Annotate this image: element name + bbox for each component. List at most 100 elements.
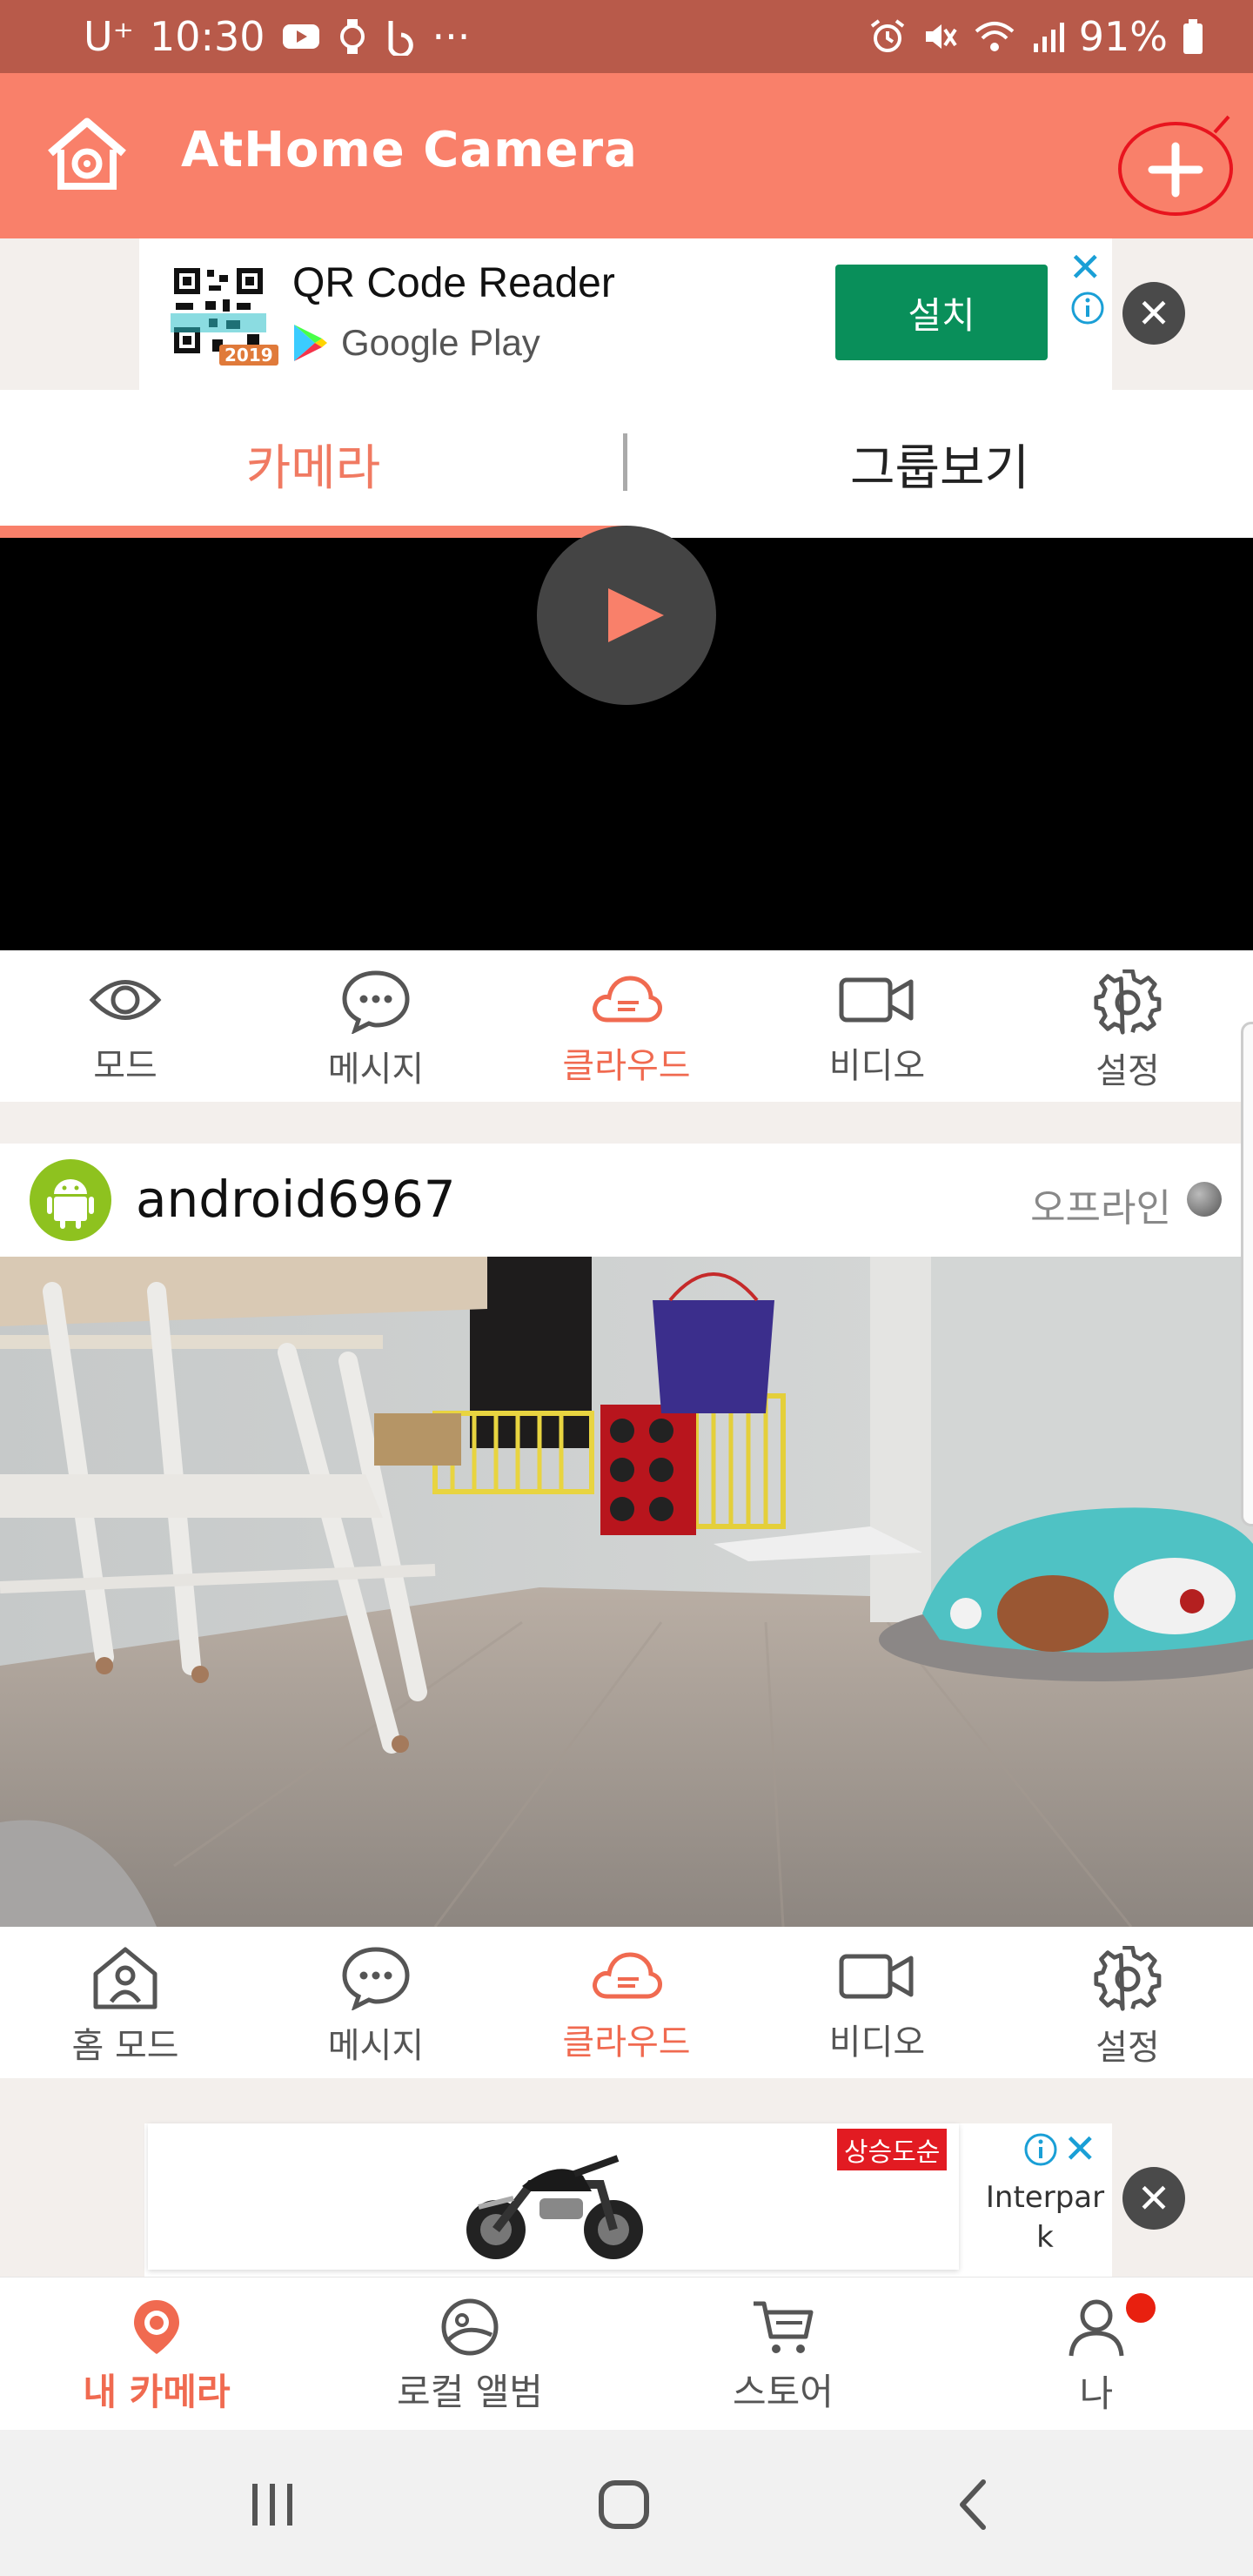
view-tabs: 카메라 그룹보기 — [0, 390, 1253, 538]
google-play-icon — [294, 325, 327, 361]
system-navigation-bar — [0, 2430, 1253, 2576]
status-left: U⁺ 10:30 ··· — [84, 0, 470, 73]
carrier-label: U⁺ — [84, 13, 134, 60]
sale-tag: 상승도순 — [837, 2129, 948, 2170]
action-label: 클라우드 — [562, 1046, 691, 1086]
camera2-message-button[interactable]: 메시지 — [251, 1927, 501, 2078]
install-button[interactable]: 설치 — [835, 265, 1048, 360]
nav-me[interactable]: 나 — [940, 2277, 1253, 2431]
camera-status: 오프라인 — [1030, 1186, 1171, 1231]
ad-close-x-icon[interactable]: ✕ — [1069, 244, 1102, 291]
cart-icon — [754, 2301, 814, 2353]
camera1-message-button[interactable]: 메시지 — [251, 950, 501, 1102]
nav-label: 스토어 — [733, 2371, 834, 2413]
gear-icon — [1094, 969, 1162, 1035]
b-app-icon — [384, 17, 417, 56]
battery-percent: 91% — [1078, 13, 1168, 60]
tab-group-view[interactable]: 그룹보기 — [626, 390, 1253, 538]
camera2-header[interactable]: android6967 오프라인 — [0, 1144, 1253, 1257]
ad-title: QR Code Reader — [292, 260, 615, 306]
wifi-icon — [973, 19, 1016, 54]
ad-card[interactable]: 2019 QR Code Reader Google Play 설치 ✕ — [139, 238, 1112, 390]
alarm-icon — [868, 17, 907, 56]
status-right: 91% — [868, 0, 1204, 73]
signal-icon — [1030, 19, 1065, 54]
camera-name: android6967 — [136, 1170, 456, 1229]
app-bar: AtHome Camera — [0, 73, 1253, 238]
gear-icon — [1094, 1946, 1162, 2011]
bottom-ad-banner[interactable]: 상승도순 ✕ Interpar k ✕ — [0, 2075, 1253, 2277]
advertiser-name: Interpar k — [985, 2180, 1105, 2255]
back-icon[interactable] — [955, 2479, 990, 2534]
video-icon — [839, 1954, 914, 1999]
google-play-row: Google Play — [292, 322, 540, 364]
action-label: 메시지 — [327, 2026, 425, 2066]
action-label: 설정 — [1096, 1051, 1160, 1091]
watch-icon — [337, 17, 368, 56]
tab-camera[interactable]: 카메라 — [0, 390, 626, 538]
camera1-action-bar: 모드 메시지 클라우드 비디오 설정 — [0, 950, 1253, 1102]
bottom-navigation: 내 카메라 로컬 앨범 스토어 나 — [0, 2277, 1253, 2430]
camera2-cloud-button[interactable]: 클라우드 — [501, 1927, 752, 2078]
camera2-home-mode-button[interactable]: 홈 모드 — [0, 1927, 251, 2078]
edge-panel-handle[interactable] — [1241, 1022, 1253, 1526]
dismiss-ad-icon[interactable]: ✕ — [1122, 2167, 1185, 2230]
cloud-icon — [593, 1952, 662, 1999]
play-icon — [608, 588, 664, 642]
nav-my-camera[interactable]: 내 카메라 — [0, 2277, 313, 2431]
battery-icon — [1182, 17, 1204, 56]
top-ad-banner[interactable]: 2019 QR Code Reader Google Play 설치 ✕ ✕ — [0, 238, 1253, 390]
ad-card[interactable]: 상승도순 ✕ Interpar k — [144, 2123, 1112, 2277]
nav-store[interactable]: 스토어 — [626, 2277, 940, 2431]
album-icon — [441, 2298, 499, 2356]
action-label: 설정 — [1096, 2028, 1160, 2068]
offline-status-dot — [1187, 1182, 1222, 1217]
active-tab-indicator — [0, 526, 626, 538]
camera1-video-button[interactable]: 비디오 — [752, 950, 1002, 1102]
notification-dot — [1126, 2293, 1156, 2323]
message-icon — [342, 970, 410, 1034]
recent-apps-icon[interactable] — [249, 2482, 298, 2531]
action-label: 메시지 — [327, 1050, 425, 1090]
qr-year-badge: 2019 — [219, 345, 278, 366]
camera2-video-button[interactable]: 비디오 — [752, 1927, 1002, 2078]
nav-label: 내 카메라 — [83, 2371, 231, 2413]
ad-close-x-icon[interactable]: ✕ — [1063, 2125, 1097, 2172]
action-label: 비디오 — [828, 2023, 926, 2063]
camera1-mode-button[interactable]: 모드 — [0, 950, 251, 1102]
camera1-video[interactable] — [0, 526, 1253, 950]
dismiss-ad-icon[interactable]: ✕ — [1122, 282, 1185, 345]
mute-icon — [921, 17, 959, 56]
nav-label: 나 — [1079, 2372, 1114, 2415]
youtube-icon — [281, 22, 321, 51]
camera1-settings-button[interactable]: 설정 — [1002, 950, 1253, 1102]
camera2-action-bar: 홈 모드 메시지 클라우드 비디오 설정 — [0, 1927, 1253, 2078]
camera2-snapshot[interactable] — [0, 1257, 1253, 1927]
camera2-settings-button[interactable]: 설정 — [1002, 1927, 1253, 2078]
app-title: AtHome Camera — [181, 122, 638, 178]
action-label: 홈 모드 — [71, 2026, 179, 2066]
action-label: 비디오 — [828, 1046, 926, 1086]
android-avatar-icon — [30, 1159, 111, 1241]
home-button-icon[interactable] — [597, 2479, 651, 2534]
status-time: 10:30 — [149, 13, 265, 60]
status-bar: U⁺ 10:30 ··· 91% — [0, 0, 1253, 73]
profile-icon — [1069, 2299, 1124, 2357]
ad-info-icon[interactable] — [1070, 291, 1105, 325]
add-camera-button[interactable] — [1110, 115, 1241, 219]
ad-info-icon[interactable] — [1023, 2132, 1058, 2167]
my-camera-icon — [134, 2300, 179, 2354]
home-icon[interactable] — [44, 115, 131, 193]
action-label: 클라우드 — [562, 2023, 691, 2063]
message-icon — [342, 1947, 410, 2010]
video-icon — [839, 977, 914, 1023]
camera1-cloud-button[interactable]: 클라우드 — [501, 950, 752, 1102]
more-notifications: ··· — [432, 13, 471, 60]
store-label: Google Play — [341, 322, 540, 363]
nav-local-album[interactable]: 로컬 앨범 — [313, 2277, 626, 2431]
home-person-icon — [93, 1947, 157, 2009]
eye-icon — [89, 980, 162, 1020]
action-label: 모드 — [93, 1046, 157, 1086]
nav-label: 로컬 앨범 — [397, 2371, 543, 2413]
play-button[interactable] — [537, 526, 716, 705]
